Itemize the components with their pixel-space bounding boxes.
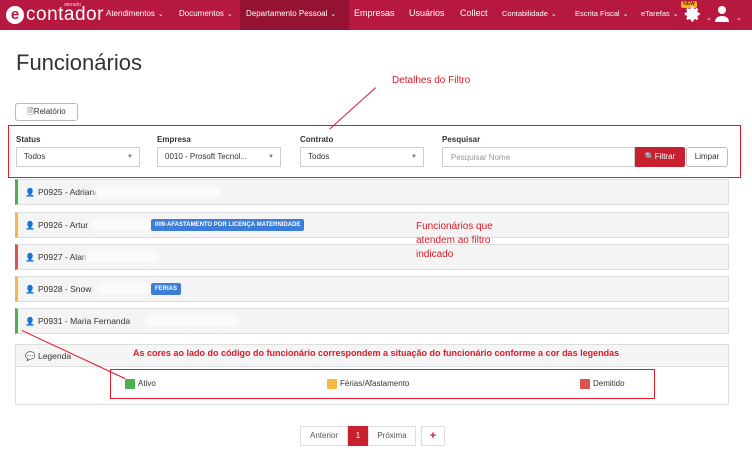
nav-atendimentos[interactable]: Atendimentos ⌄ [106, 9, 164, 18]
legend-item-ativo: Ativo [125, 379, 156, 389]
brand-e-icon: e [6, 6, 24, 24]
employee-row[interactable]: 👤 P0925 - Adriana [15, 179, 729, 205]
search-input[interactable] [442, 147, 635, 167]
chevron-down-icon[interactable]: ⌄ [733, 13, 742, 22]
nav-documentos[interactable]: Documentos ⌄ [179, 9, 233, 18]
nav-contabilidade[interactable]: Contabilidade ⌄ [502, 9, 557, 18]
status-badge: FERIAS [151, 283, 182, 295]
status-label: Status [16, 135, 41, 144]
legend-item-demitido: Demitido [580, 379, 625, 389]
person-icon: 👤 [25, 221, 35, 230]
chevron-down-icon: ⌄ [157, 11, 164, 18]
annotation-employees: Funcionários que atendem ao filtro indic… [416, 221, 493, 260]
add-button[interactable]: + [421, 426, 445, 446]
status-badge: 009-AFASTAMENTO POR LICENÇA MATERNIDADE [151, 219, 305, 231]
page-title: Funcionários [16, 50, 142, 75]
employee-label: 👤 P0926 - Artur [25, 220, 89, 230]
chevron-down-icon: ▼ [127, 154, 133, 160]
chevron-down-icon: ▼ [411, 154, 417, 160]
pagination-page-1[interactable]: 1 [348, 426, 368, 446]
top-navbar: e contador aterado Atendimentos ⌄ Documen… [0, 0, 752, 30]
pagination-next[interactable]: Próxima [368, 426, 416, 446]
employee-row[interactable]: 👤 P0931 - Maria Fernanda [15, 308, 729, 334]
redacted-name [92, 220, 150, 230]
redacted-name [98, 284, 148, 294]
nav-etarefas[interactable]: eTarefas ⌄ [641, 9, 679, 18]
employee-label: 👤 P0931 - Maria Fernanda [25, 316, 131, 326]
employee-row[interactable]: 👤 P0928 - Snow FERIAS [15, 276, 729, 302]
redacted-name [96, 187, 220, 197]
employee-row[interactable]: 👤 P0926 - Artur 009-AFASTAMENTO POR LICEN… [15, 212, 729, 238]
employee-label: 👤 P0925 - Adriana [25, 187, 99, 197]
nav-departamento-pessoal[interactable]: Departamento Pessoal ⌄ [246, 9, 336, 18]
status-select[interactable]: Todos ▼ [16, 147, 140, 167]
empresa-label: Empresa [157, 135, 191, 144]
relatorio-button[interactable]: 🗎Relatório [15, 103, 78, 121]
annotation-filter-details: Detalhes do Filtro [392, 75, 471, 86]
legend-item-ferias: Férias/Afastamento [327, 379, 409, 389]
nav-collect[interactable]: Collect [460, 8, 488, 18]
chevron-down-icon: ▼ [268, 154, 274, 160]
pesquisar-label: Pesquisar [442, 135, 481, 144]
legend-swatch [580, 379, 590, 389]
employee-row[interactable]: 👤 P0927 - Alana [15, 244, 729, 270]
limpar-button[interactable]: Limpar [686, 147, 728, 167]
nav-usuarios[interactable]: Usuários [409, 8, 445, 18]
person-icon: 👤 [25, 253, 35, 262]
pagination-previous[interactable]: Anterior [300, 426, 348, 446]
employee-label: 👤 P0928 - Snow [25, 284, 92, 294]
chevron-down-icon: ⌄ [622, 11, 629, 18]
contrato-label: Contrato [300, 135, 334, 144]
redacted-name [146, 316, 238, 326]
employee-label: 👤 P0927 - Alana [25, 252, 92, 262]
chevron-down-icon: ⌄ [672, 11, 679, 18]
person-icon: 👤 [25, 285, 35, 294]
legend-swatch [327, 379, 337, 389]
gear-icon[interactable] [684, 5, 702, 28]
legend-swatch [125, 379, 135, 389]
annotation-line [329, 87, 376, 130]
chevron-down-icon: ⌄ [330, 11, 337, 18]
chevron-down-icon: ⌄ [550, 11, 557, 18]
annotation-colors-note: As cores ao lado do código do funcionári… [133, 348, 620, 358]
chevron-down-icon: ⌄ [226, 11, 233, 18]
search-icon: 🔍 [644, 152, 655, 161]
empresa-select[interactable]: 0010 - Prosoft Tecnol... ▼ [157, 147, 281, 167]
brand-tagline: aterado [64, 2, 81, 8]
person-icon: 👤 [25, 188, 35, 197]
legend-title: 💬 Legenda [25, 351, 72, 361]
chat-icon: 💬 [25, 351, 36, 361]
filtrar-button[interactable]: 🔍Filtrar [635, 147, 685, 167]
nav-escrita-fiscal[interactable]: Escrita Fiscal ⌄ [575, 9, 628, 18]
nav-empresas[interactable]: Empresas [354, 8, 395, 18]
contrato-select[interactable]: Todos ▼ [300, 147, 424, 167]
chevron-down-icon[interactable]: ⌄ [703, 13, 712, 22]
redacted-name [86, 252, 158, 262]
user-icon[interactable] [714, 5, 730, 28]
person-icon: 👤 [25, 317, 35, 326]
